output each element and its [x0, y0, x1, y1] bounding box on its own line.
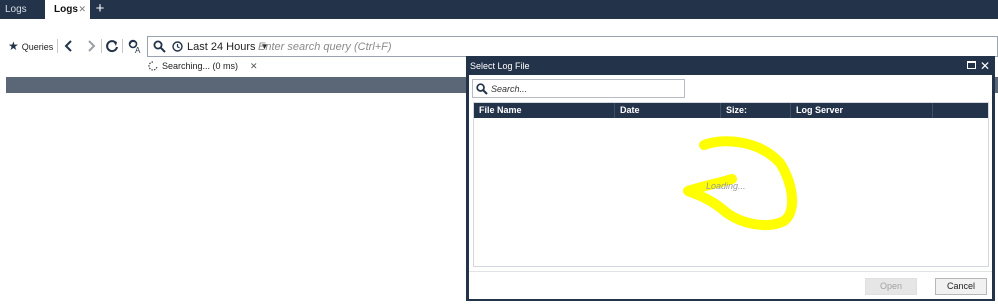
refresh-icon[interactable] [104, 37, 120, 55]
table-header: File Name Date Size: Log Server [474, 103, 988, 118]
queries-label: Queries [21, 42, 54, 52]
log-file-table: File Name Date Size: Log Server Loading.… [473, 102, 989, 267]
cancel-search-icon[interactable]: ✕ [250, 61, 258, 71]
dialog-footer: Open Cancel [469, 271, 992, 299]
column-size[interactable]: Size: [721, 103, 791, 118]
queries-button[interactable]: ★ Queries [8, 38, 53, 54]
query-options-icon[interactable]: A [127, 37, 143, 55]
time-range-select[interactable]: Last 24 Hours ▼ [172, 37, 268, 56]
clock-icon [172, 41, 183, 52]
tab-logs-1[interactable]: Logs [0, 0, 44, 19]
column-file-name[interactable]: File Name [474, 103, 615, 118]
select-log-file-dialog: Select Log File ✕ File Name Date Size: L… [466, 56, 995, 301]
time-range-label: Last 24 Hours [187, 41, 256, 53]
tab-label: Logs [5, 4, 27, 15]
svg-text:A: A [135, 46, 141, 55]
column-log-server[interactable]: Log Server [791, 103, 933, 118]
tab-bar: Logs Logs ✕ + [0, 0, 998, 19]
cancel-button[interactable]: Cancel [935, 278, 987, 295]
search-icon[interactable] [153, 40, 166, 53]
maximize-icon[interactable] [967, 61, 976, 69]
toolbar-divider [122, 39, 123, 53]
open-button[interactable]: Open [865, 278, 917, 295]
back-icon[interactable] [61, 37, 77, 55]
search-bar: Last 24 Hours ▼ [147, 36, 998, 57]
tab-close-icon[interactable]: ✕ [78, 0, 86, 19]
column-date[interactable]: Date [615, 103, 721, 118]
toolbar-divider [101, 39, 102, 53]
add-tab-icon[interactable]: + [93, 0, 107, 19]
app-window: Logs Logs ✕ + ★ Queries A Last 24 Hours … [0, 0, 998, 304]
dialog-search-field [472, 79, 685, 98]
dialog-search-input[interactable] [491, 81, 681, 96]
dialog-body: File Name Date Size: Log Server Loading.… [469, 75, 992, 299]
toolbar-divider [57, 39, 58, 53]
search-icon [476, 83, 488, 95]
spinner-icon [148, 61, 158, 71]
loading-text: Loading... [706, 181, 746, 191]
search-status: Searching... (0 ms) ✕ [148, 59, 258, 73]
search-input[interactable] [258, 37, 878, 56]
dialog-title: Select Log File [470, 61, 530, 71]
status-text: Searching... (0 ms) [162, 61, 239, 71]
close-icon[interactable]: ✕ [980, 57, 990, 75]
star-icon: ★ [8, 39, 19, 53]
tab-logs-2[interactable]: Logs ✕ [45, 0, 90, 19]
forward-icon[interactable] [83, 37, 99, 55]
tab-label: Logs [54, 4, 78, 15]
